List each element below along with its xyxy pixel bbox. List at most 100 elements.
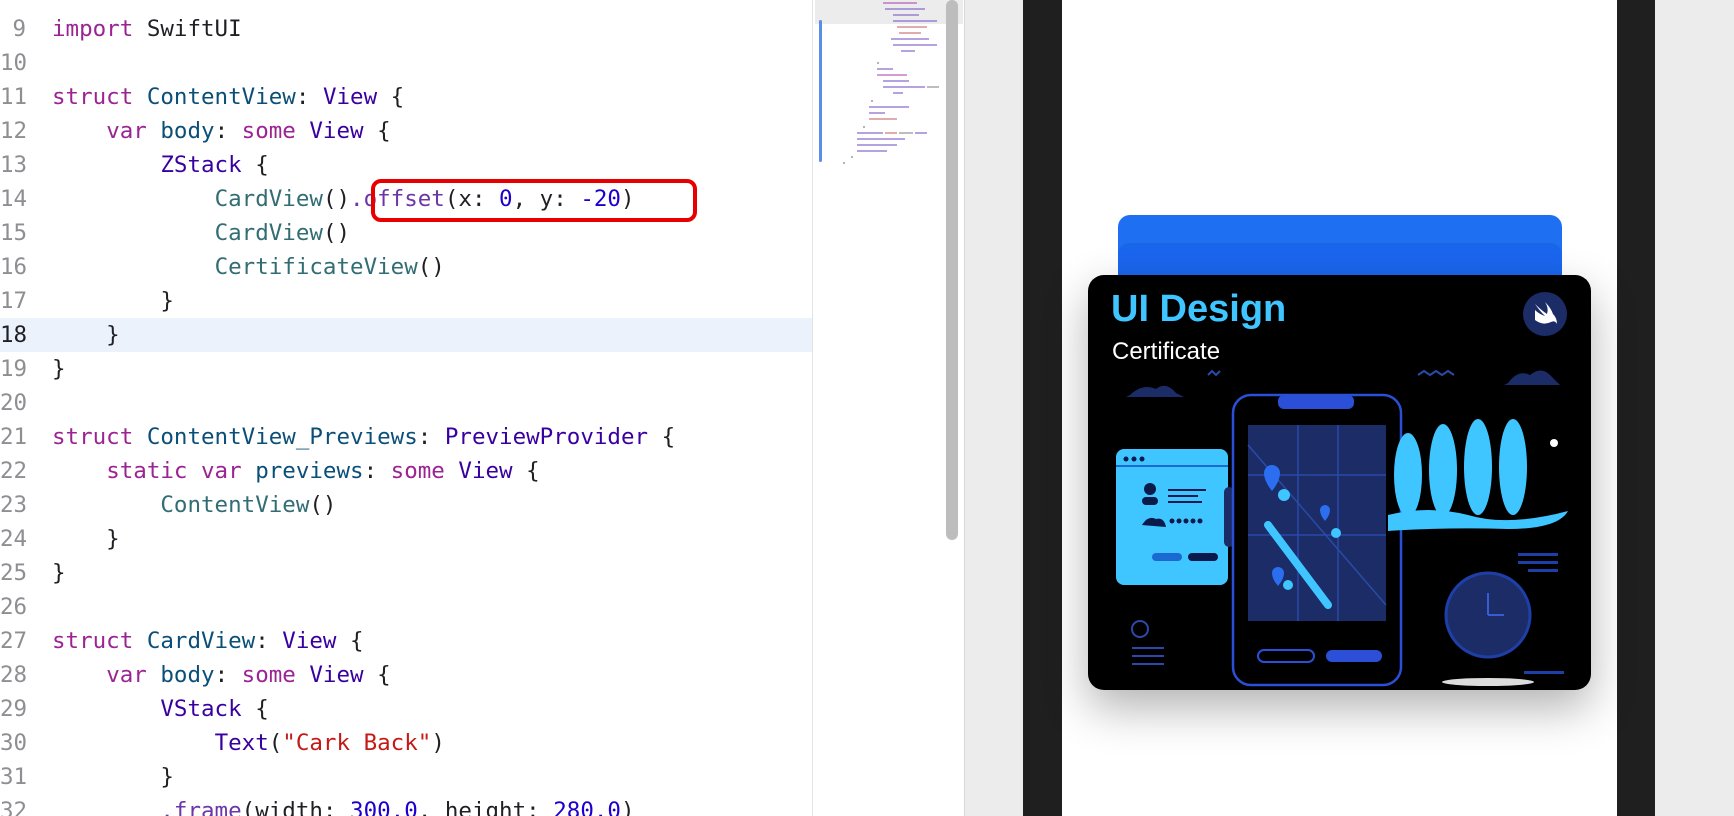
code-line[interactable]: 17 } bbox=[0, 284, 812, 318]
line-number: 18 bbox=[0, 322, 28, 348]
line-number: 19 bbox=[0, 356, 28, 382]
code-token: struct bbox=[52, 424, 134, 450]
code-text[interactable]: var body: some View { bbox=[52, 658, 391, 692]
code-token: PreviewProvider bbox=[444, 424, 649, 450]
code-token: ) bbox=[620, 798, 635, 816]
code-token: View bbox=[282, 628, 337, 654]
code-line[interactable]: 23 ContentView() bbox=[0, 488, 812, 522]
line-number: 28 bbox=[0, 662, 28, 688]
code-token: : bbox=[255, 628, 283, 654]
code-text[interactable]: Text("Cark Back") bbox=[52, 726, 445, 760]
code-line[interactable]: 24 } bbox=[0, 522, 812, 556]
offset-highlight-box bbox=[371, 179, 697, 222]
code-line[interactable]: 21 struct ContentView_Previews: PreviewPr… bbox=[0, 420, 812, 454]
code-text[interactable]: } bbox=[52, 352, 66, 386]
code-line[interactable]: 19} bbox=[0, 352, 812, 386]
code-token: 300.0 bbox=[350, 798, 418, 816]
code-token: } bbox=[52, 288, 174, 314]
code-line[interactable]: 18 } bbox=[0, 318, 812, 352]
line-number: 26 bbox=[0, 594, 28, 620]
code-text[interactable]: CertificateView() bbox=[52, 250, 445, 284]
code-token: View bbox=[322, 84, 378, 110]
code-token: 280.0 bbox=[553, 798, 621, 816]
code-line[interactable]: 26 bbox=[0, 590, 812, 624]
code-token: var bbox=[201, 458, 242, 484]
code-line[interactable]: 10 bbox=[0, 46, 812, 80]
code-text[interactable]: } bbox=[52, 284, 174, 318]
code-line[interactable]: 29 VStack { bbox=[0, 692, 812, 726]
code-text[interactable]: static var previews: some View { bbox=[52, 454, 540, 488]
code-token: { bbox=[241, 152, 269, 178]
code-token: CardView bbox=[214, 186, 323, 212]
code-token: : bbox=[214, 118, 242, 144]
line-number: 11 bbox=[0, 84, 28, 110]
code-token: () bbox=[309, 492, 337, 518]
code-line[interactable]: 20 bbox=[0, 386, 812, 420]
code-editor[interactable]: 9 import SwiftUI 10 11 struct ContentView: V… bbox=[0, 0, 812, 816]
code-text[interactable]: } bbox=[52, 522, 120, 556]
code-token: ContentView bbox=[160, 492, 310, 518]
code-text[interactable]: .frame(width: 300.0, height: 280.0) bbox=[52, 794, 635, 816]
line-number: 27 bbox=[0, 628, 28, 654]
code-text[interactable]: ContentView() bbox=[52, 488, 336, 522]
code-token: some bbox=[390, 458, 445, 484]
code-token: var bbox=[106, 662, 147, 688]
code-line[interactable]: 25} bbox=[0, 556, 812, 590]
code-text[interactable]: import SwiftUI bbox=[52, 12, 242, 46]
code-token: { bbox=[377, 84, 405, 110]
code-line[interactable]: 27 struct CardView: View { bbox=[0, 624, 812, 658]
code-text[interactable]: VStack { bbox=[52, 692, 268, 726]
code-line[interactable]: 28 var body: some View { bbox=[0, 658, 812, 692]
code-line[interactable]: 31 } bbox=[0, 760, 812, 794]
minimap-code-glyphs bbox=[843, 2, 939, 164]
line-number: 32 bbox=[0, 798, 28, 816]
code-token: ( bbox=[268, 730, 283, 756]
code-token: previews bbox=[255, 458, 364, 484]
code-token: static bbox=[106, 458, 188, 484]
minimap[interactable] bbox=[812, 0, 964, 816]
code-token: ) bbox=[431, 730, 445, 756]
code-text[interactable]: struct CardView: View { bbox=[52, 624, 364, 658]
code-text[interactable]: } bbox=[52, 318, 120, 352]
code-line[interactable]: 16 CertificateView() bbox=[0, 250, 812, 284]
code-token: } bbox=[52, 356, 66, 382]
code-token: View bbox=[309, 118, 364, 144]
editor-scrollbar[interactable] bbox=[946, 0, 958, 540]
code-text[interactable]: } bbox=[52, 556, 66, 590]
code-token: View bbox=[458, 458, 513, 484]
code-text[interactable]: ZStack { bbox=[52, 148, 269, 182]
certificate-view[interactable]: UI Design Certificate bbox=[1088, 275, 1591, 690]
line-number: 21 bbox=[0, 424, 28, 450]
code-token: some bbox=[241, 662, 296, 688]
code-token: () bbox=[417, 254, 445, 280]
code-line[interactable]: 9 import SwiftUI bbox=[0, 12, 812, 46]
code-line[interactable]: 32 .frame(width: 300.0, height: 280.0) bbox=[0, 794, 812, 816]
code-text[interactable]: CardView() bbox=[52, 216, 350, 250]
code-token: SwiftUI bbox=[133, 16, 242, 42]
code-line[interactable]: 11 struct ContentView: View { bbox=[0, 80, 812, 114]
code-text[interactable]: } bbox=[52, 760, 174, 794]
line-number: 13 bbox=[0, 152, 28, 178]
code-line[interactable]: 22 static var previews: some View { bbox=[0, 454, 812, 488]
code-line[interactable]: 12 var body: some View { bbox=[0, 114, 812, 148]
code-text[interactable]: struct ContentView: View { bbox=[52, 80, 404, 114]
code-text[interactable]: struct ContentView_Previews: PreviewProv… bbox=[52, 420, 675, 454]
code-line[interactable]: 30 Text("Cark Back") bbox=[0, 726, 812, 760]
line-number: 16 bbox=[0, 254, 28, 280]
code-token: CardView bbox=[214, 220, 323, 246]
line-number: 10 bbox=[0, 50, 28, 76]
line-number: 15 bbox=[0, 220, 28, 246]
code-text[interactable]: var body: some View { bbox=[52, 114, 390, 148]
code-line[interactable]: 13 ZStack { bbox=[0, 148, 812, 182]
code-token: { bbox=[363, 662, 391, 688]
